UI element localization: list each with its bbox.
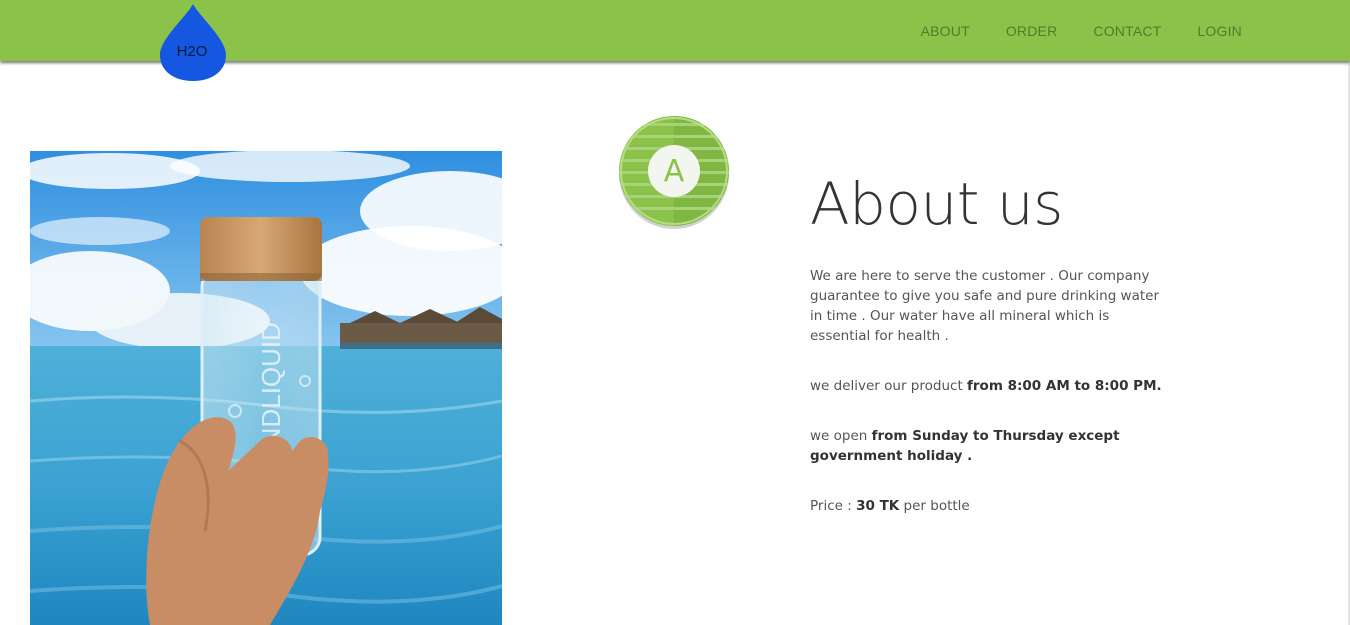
nav-about-link[interactable]: ABOUT <box>921 23 970 39</box>
price-line: Price : 30 TK per bottle <box>810 496 1190 516</box>
delivery-hours: we deliver our product from 8:00 AM to 8… <box>810 376 1190 396</box>
badge-letter: A <box>664 154 685 189</box>
nav-contact-link[interactable]: CONTACT <box>1093 23 1161 39</box>
main-nav: ABOUT ORDER CONTACT LOGIN <box>885 23 1242 39</box>
letter-a-icon: A <box>619 116 729 229</box>
about-section: About us We are here to serve the custom… <box>810 168 1190 516</box>
price-suffix: per bottle <box>899 498 970 514</box>
about-intro: We are here to serve the customer . Our … <box>810 268 1160 344</box>
price-prefix: Price : <box>810 498 857 514</box>
water-bottle-photo: SANDLIQUID <box>30 151 502 625</box>
open-days: we open from Sunday to Thursday except g… <box>810 426 1180 466</box>
nav-login-link[interactable]: LOGIN <box>1197 23 1242 39</box>
water-drop-icon: H2O <box>160 4 226 81</box>
nav-order-link[interactable]: ORDER <box>1006 23 1058 39</box>
delivery-time: from 8:00 AM to 8:00 PM. <box>967 378 1162 394</box>
about-badge: A <box>616 113 732 229</box>
open-prefix: we open <box>810 428 872 444</box>
logo-text: H2O <box>177 43 208 60</box>
about-title: About us <box>810 170 1063 238</box>
delivery-prefix: we deliver our product <box>810 378 968 394</box>
price-value: 30 TK <box>856 498 900 514</box>
h2o-logo[interactable]: H2O <box>160 3 226 83</box>
